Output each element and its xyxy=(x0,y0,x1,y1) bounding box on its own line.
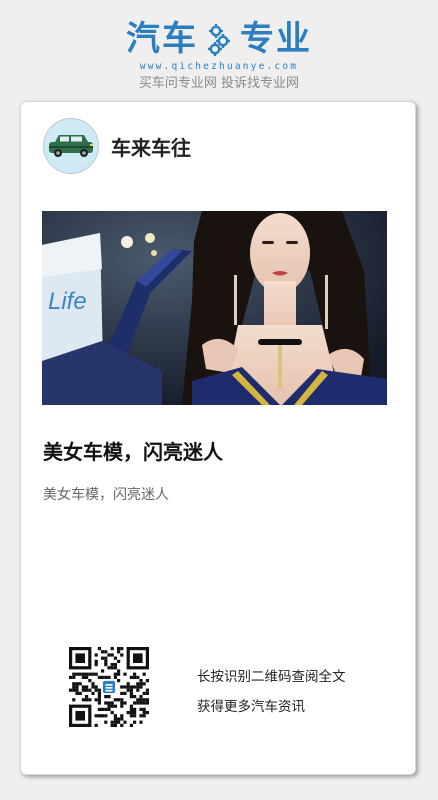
photo-sign-text: Life xyxy=(48,288,87,315)
car-icon xyxy=(49,135,93,157)
article-photo: Life xyxy=(42,211,387,405)
brand-url: www.qichezhuanye.com xyxy=(139,61,299,72)
avatar xyxy=(43,118,99,174)
article-card: 车来车往 Life 美女车模，闪亮迷人 美女车模，闪亮迷人 长按识别二维码查阅全… xyxy=(20,101,416,775)
brand-logo: 汽车 专业 xyxy=(0,18,438,60)
article-title: 美女车模，闪亮迷人 xyxy=(43,440,223,464)
gears-icon xyxy=(208,24,230,56)
author-row: 车来车往 xyxy=(43,118,191,174)
brand-header: 汽车 专业 www.qichezhuanye.com 买车问专业网 投诉找专业网 xyxy=(0,18,438,92)
article-summary: 美女车模，闪亮迷人 xyxy=(43,487,169,503)
brand-word-right: 专业 xyxy=(240,19,312,59)
qr-caption: 长按识别二维码查阅全文 获得更多汽车资讯 xyxy=(197,662,346,722)
qr-code[interactable] xyxy=(69,647,149,727)
car-model-photo: Life xyxy=(42,211,387,405)
brand-slogan: 买车问专业网 投诉找专业网 xyxy=(138,76,300,91)
author-name: 车来车往 xyxy=(111,135,191,160)
qr-caption-line2: 获得更多汽车资讯 xyxy=(197,699,305,715)
qr-caption-line1: 长按识别二维码查阅全文 xyxy=(197,669,346,685)
brand-word-left: 汽车 xyxy=(126,19,198,59)
